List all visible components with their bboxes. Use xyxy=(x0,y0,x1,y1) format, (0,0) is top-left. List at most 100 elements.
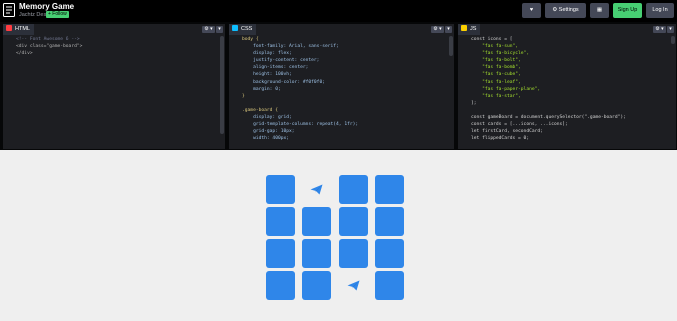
js-code[interactable]: const icons = [ "fas fa-sun", "fas fa-bi… xyxy=(458,36,668,149)
card-hidden[interactable] xyxy=(375,207,404,236)
pane-resizer-2[interactable] xyxy=(454,22,458,150)
code-text: let firstCard, secondCard; xyxy=(471,129,543,135)
html-editor-tools: ⚙ ▾ ▾ xyxy=(201,26,223,33)
card-hidden[interactable] xyxy=(339,239,368,268)
html-code[interactable]: <!-- Font Awesome 6 --> <div class="game-… xyxy=(3,36,217,149)
paper-plane-icon xyxy=(310,184,323,195)
code-text: .game-board { xyxy=(242,107,278,113)
css-code[interactable]: body { font-family: Arial, sans-serif; d… xyxy=(229,36,446,149)
js-editor[interactable]: JS ⚙ ▾ ▾ const icons = [ "fas fa-sun", "f… xyxy=(458,24,676,149)
top-bar: Memory Game Jachtz Design + Follow ♥ ⚙ S… xyxy=(0,0,677,22)
code-line: <div class="game-board"> xyxy=(8,43,217,50)
html-editor[interactable]: HTML ⚙ ▾ ▾ <!-- Font Awesome 6 --> <div cl… xyxy=(3,24,225,149)
card-hidden[interactable] xyxy=(339,175,368,204)
css-settings-dropdown[interactable]: ⚙ ▾ xyxy=(431,26,444,33)
card-hidden[interactable] xyxy=(375,271,404,300)
js-scrollbar[interactable] xyxy=(671,36,675,44)
css-editor-tools: ⚙ ▾ ▾ xyxy=(430,26,452,33)
code-line: body { xyxy=(234,36,446,43)
card-hidden[interactable] xyxy=(302,207,331,236)
code-text: const cards = [...icons, ...icons]; xyxy=(471,122,568,128)
sign-up-button[interactable]: Sign Up xyxy=(613,3,642,18)
paper-plane-icon xyxy=(347,280,360,291)
code-line: .game-board { xyxy=(234,107,446,114)
js-editor-header: JS ⚙ ▾ ▾ xyxy=(458,24,676,35)
code-line: <!-- Font Awesome 6 --> xyxy=(8,36,217,43)
code-text: "fas fa-bicycle", xyxy=(471,51,530,57)
code-line: "fas fa-bicycle", xyxy=(463,50,668,57)
code-line: background-color: #f0f0f0; xyxy=(234,79,446,86)
layout-icon: ▦ xyxy=(596,7,603,13)
card-hidden[interactable] xyxy=(302,271,331,300)
code-text: <div class="game-board"> xyxy=(16,44,83,50)
code-line: const cards = [...icons, ...icons]; xyxy=(463,121,668,128)
follow-button[interactable]: + Follow xyxy=(46,11,69,18)
code-line: "fas fa-cube", xyxy=(463,71,668,78)
code-text: "fas fa-star", xyxy=(471,93,521,99)
html-editor-header: HTML ⚙ ▾ ▾ xyxy=(3,24,225,35)
card-hidden[interactable] xyxy=(375,239,404,268)
code-text: display: grid; xyxy=(242,115,292,121)
code-line: "fas fa-paper-plane", xyxy=(463,86,668,93)
gear-icon: ⚙ xyxy=(552,7,558,13)
code-text: body { xyxy=(242,37,259,42)
code-line: ]; xyxy=(463,100,668,107)
js-settings-dropdown[interactable]: ⚙ ▾ xyxy=(653,26,666,33)
code-text: margin: 0; xyxy=(242,86,281,92)
code-text: align-items: center; xyxy=(242,65,309,71)
card-hidden[interactable] xyxy=(266,239,295,268)
code-text: grid-gap: 10px; xyxy=(242,129,295,135)
js-badge-icon xyxy=(461,25,467,31)
html-settings-dropdown[interactable]: ⚙ ▾ xyxy=(202,26,215,33)
settings-label: Settings xyxy=(558,7,579,13)
code-line: let firstCard, secondCard; xyxy=(463,128,668,135)
code-line: let flippedCards = 0; xyxy=(463,135,668,142)
code-text: display: flex; xyxy=(242,51,292,57)
css-scrollbar[interactable] xyxy=(449,36,453,56)
preview-frame xyxy=(0,150,677,321)
settings-button[interactable]: ⚙ Settings xyxy=(545,3,586,18)
code-text: const icons = [ xyxy=(471,37,513,42)
code-text: grid-template-columns: repeat(4, 1fr); xyxy=(242,122,359,128)
css-editor[interactable]: CSS ⚙ ▾ ▾ body { font-family: Arial, sans… xyxy=(229,24,454,149)
card-hidden[interactable] xyxy=(266,175,295,204)
code-line: </div> xyxy=(8,50,217,57)
code-line: "fas fa-bolt", xyxy=(463,57,668,64)
codepen-logo-icon[interactable] xyxy=(3,3,15,17)
code-line: display: grid; xyxy=(234,114,446,121)
code-line: font-family: Arial, sans-serif; xyxy=(234,43,446,50)
html-scrollbar[interactable] xyxy=(220,36,224,134)
change-view-button[interactable]: ▦ xyxy=(590,3,609,18)
log-in-button[interactable]: Log In xyxy=(646,3,674,18)
js-collapse-button[interactable]: ▾ xyxy=(667,26,674,33)
code-text: } xyxy=(242,93,245,99)
card-hidden[interactable] xyxy=(266,271,295,300)
code-line: justify-content: center; xyxy=(234,57,446,64)
code-line: } xyxy=(234,93,446,100)
card-hidden[interactable] xyxy=(302,239,331,268)
card-hidden[interactable] xyxy=(375,175,404,204)
heart-button[interactable]: ♥ xyxy=(522,3,541,18)
card-hidden[interactable] xyxy=(266,207,295,236)
code-line: display: flex; xyxy=(234,50,446,57)
card-revealed[interactable] xyxy=(339,271,368,300)
code-text: "fas fa-cube", xyxy=(471,72,521,78)
code-line: "fas fa-sun", xyxy=(463,43,668,50)
heart-icon: ♥ xyxy=(529,7,534,13)
tab-js[interactable]: JS xyxy=(458,24,481,35)
code-text: "fas fa-leaf", xyxy=(471,79,521,85)
pen-title: Memory Game xyxy=(19,2,75,11)
css-collapse-button[interactable]: ▾ xyxy=(445,26,452,33)
code-line: const icons = [ xyxy=(463,36,668,43)
tab-css[interactable]: CSS xyxy=(229,24,257,35)
code-line: grid-template-columns: repeat(4, 1fr); xyxy=(234,121,446,128)
code-text: background-color: #f0f0f0; xyxy=(242,79,325,85)
code-line: margin: 0; xyxy=(234,86,446,93)
tab-html[interactable]: HTML xyxy=(3,24,34,35)
pane-resizer-1[interactable] xyxy=(225,22,229,150)
card-hidden[interactable] xyxy=(339,207,368,236)
code-text: <!-- Font Awesome 6 --> xyxy=(16,37,80,42)
html-collapse-button[interactable]: ▾ xyxy=(216,26,223,33)
card-revealed[interactable] xyxy=(302,175,331,204)
